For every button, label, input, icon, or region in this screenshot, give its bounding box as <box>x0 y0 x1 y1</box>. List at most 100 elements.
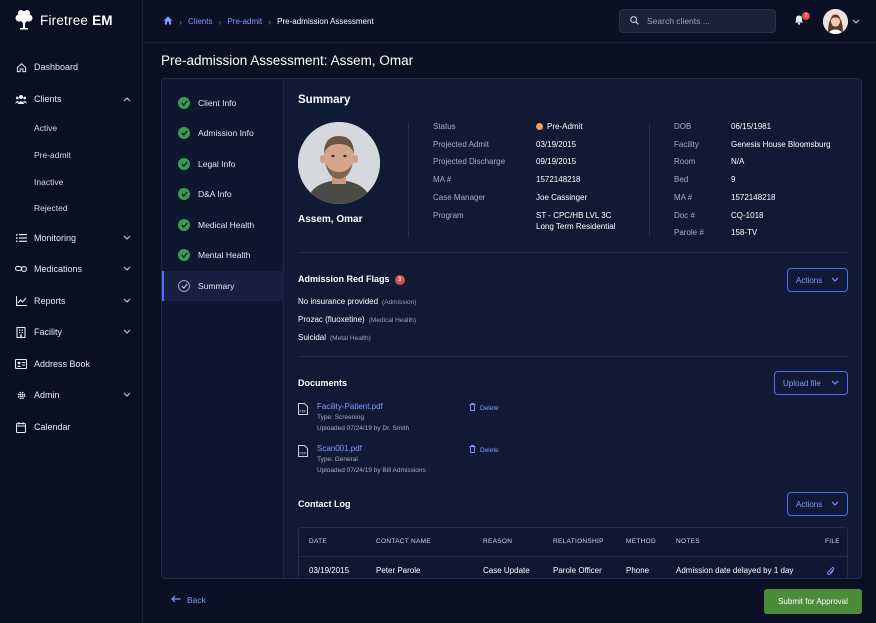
divider <box>649 123 650 237</box>
check-icon <box>178 97 190 109</box>
submit-for-approval-button[interactable]: Submit for Approval <box>764 589 862 614</box>
step-legal-info[interactable]: Legal Info <box>162 149 284 179</box>
red-flags-title-text: Admission Red Flags <box>298 274 390 284</box>
status-text: Pre-Admit <box>547 122 583 131</box>
user-avatar[interactable] <box>823 9 848 34</box>
step-admission-info[interactable]: Admission Info <box>162 118 284 148</box>
cell-method: Phone <box>626 566 650 575</box>
sidebar-subitem-active[interactable]: Active <box>34 123 57 133</box>
chevron-right-icon: › <box>218 16 222 27</box>
arrow-left-icon <box>171 595 181 605</box>
chevron-down-icon <box>123 390 131 400</box>
chevron-down-icon <box>831 276 839 285</box>
contact-log-actions-button[interactable]: Actions <box>787 492 848 516</box>
sidebar-item-monitoring[interactable]: Monitoring <box>0 227 143 249</box>
red-flag-name: Suicidal <box>298 333 327 342</box>
field-label: Case Manager <box>433 193 486 202</box>
search-box[interactable] <box>619 9 776 33</box>
step-label: D&A Info <box>198 189 232 199</box>
chevron-down-icon <box>123 296 131 306</box>
column-header-notes[interactable]: NOTES <box>676 538 700 545</box>
sidebar-item-label: Monitoring <box>34 233 77 243</box>
field-value: CQ-1018 <box>731 211 764 220</box>
step-da-info[interactable]: D&A Info <box>162 179 284 209</box>
logo[interactable]: Firetree EM <box>12 8 113 32</box>
gear-icon <box>15 389 27 401</box>
chevron-right-icon: › <box>268 16 272 27</box>
column-header-method[interactable]: METHOD <box>626 538 656 545</box>
sidebar-item-label: Facility <box>34 327 63 337</box>
step-client-info[interactable]: Client Info <box>162 88 284 118</box>
sidebar-item-medications[interactable]: Medications <box>0 258 143 280</box>
step-label: Mental Health <box>198 250 251 260</box>
check-icon <box>178 280 190 292</box>
chevron-down-icon <box>831 500 839 509</box>
document-link[interactable]: Facility-Patient.pdf <box>317 402 383 411</box>
column-header-file[interactable]: FILE <box>825 538 840 545</box>
paperclip-icon[interactable] <box>827 566 835 578</box>
sidebar-subitem-preadmit[interactable]: Pre-admit <box>34 150 71 160</box>
sidebar-item-label: Dashboard <box>34 62 79 72</box>
sidebar-subitem-rejected[interactable]: Rejected <box>34 203 68 213</box>
home-icon[interactable] <box>163 16 173 27</box>
field-value: 158-TV <box>731 228 758 237</box>
field-label: Projected Discharge <box>433 157 506 166</box>
sidebar-item-dashboard[interactable]: Dashboard <box>0 56 143 78</box>
sidebar-subitem-inactive[interactable]: Inactive <box>34 177 63 187</box>
sidebar-item-label: Clients <box>34 94 62 104</box>
check-icon <box>178 249 190 261</box>
pdf-file-icon: PDF <box>298 403 308 417</box>
chart-icon <box>15 295 27 307</box>
red-flag-category: (Admission) <box>382 299 417 306</box>
breadcrumb-preadmit[interactable]: Pre-admit <box>227 17 262 26</box>
column-header-reason[interactable]: REASON <box>483 538 512 545</box>
step-summary[interactable]: Summary <box>162 271 284 301</box>
section-divider <box>298 356 848 357</box>
chevron-up-icon <box>123 94 131 104</box>
pills-icon <box>15 263 27 275</box>
patient-name: Assem, Omar <box>298 214 363 225</box>
column-header-relationship[interactable]: RELATIONSHIP <box>553 538 604 545</box>
sidebar-item-address-book[interactable]: Address Book <box>0 353 143 375</box>
sidebar-item-facility[interactable]: Facility <box>0 321 143 343</box>
section-divider <box>298 252 848 253</box>
breadcrumb-clients[interactable]: Clients <box>188 17 212 26</box>
pdf-file-icon: PDF <box>298 445 308 459</box>
upload-label: Upload file <box>783 378 821 388</box>
assessment-card: Client Info Admission Info Legal Info D&… <box>161 78 862 579</box>
red-flags-actions-button[interactable]: Actions <box>787 268 848 292</box>
sidebar-item-clients[interactable]: Clients <box>0 88 143 110</box>
step-label: Admission Info <box>198 128 254 138</box>
sidebar-item-reports[interactable]: Reports <box>0 290 143 312</box>
header-divider <box>143 42 876 43</box>
red-flags-count-badge: 3 <box>394 274 405 285</box>
back-button[interactable]: Back <box>171 595 206 605</box>
step-medical-health[interactable]: Medical Health <box>162 210 284 240</box>
building-icon <box>15 326 27 338</box>
step-label: Legal Info <box>198 159 236 169</box>
sidebar-item-admin[interactable]: Admin <box>0 384 143 406</box>
document-link[interactable]: Scan001.pdf <box>317 444 362 453</box>
delete-button[interactable]: Delete <box>469 445 499 455</box>
field-label: Parole # <box>674 228 704 237</box>
field-label: Projected Admit <box>433 140 490 149</box>
column-header-contact-name[interactable]: CONTACT NAME <box>376 538 431 545</box>
sidebar-item-calendar[interactable]: Calendar <box>0 416 143 438</box>
delete-button[interactable]: Delete <box>469 403 499 413</box>
chevron-down-icon <box>123 264 131 274</box>
chevron-down-icon[interactable] <box>852 17 860 27</box>
cell-date: 03/19/2015 <box>309 566 350 575</box>
contact-log-title: Contact Log <box>298 499 351 509</box>
delete-label: Delete <box>480 446 499 454</box>
divider <box>408 123 409 237</box>
documents-title: Documents <box>298 378 348 388</box>
column-header-date[interactable]: DATE <box>309 538 327 545</box>
summary-content: Summary Assem, Omar Status Pre-Admit Pro… <box>298 79 850 578</box>
trash-icon <box>469 403 476 413</box>
search-input[interactable] <box>647 16 767 26</box>
summary-title: Summary <box>298 94 351 106</box>
step-mental-health[interactable]: Mental Health <box>162 240 284 270</box>
field-value: 9 <box>731 175 736 184</box>
upload-file-button[interactable]: Upload file <box>774 371 848 395</box>
page-title: Pre-admission Assessment: Assem, Omar <box>161 53 414 68</box>
